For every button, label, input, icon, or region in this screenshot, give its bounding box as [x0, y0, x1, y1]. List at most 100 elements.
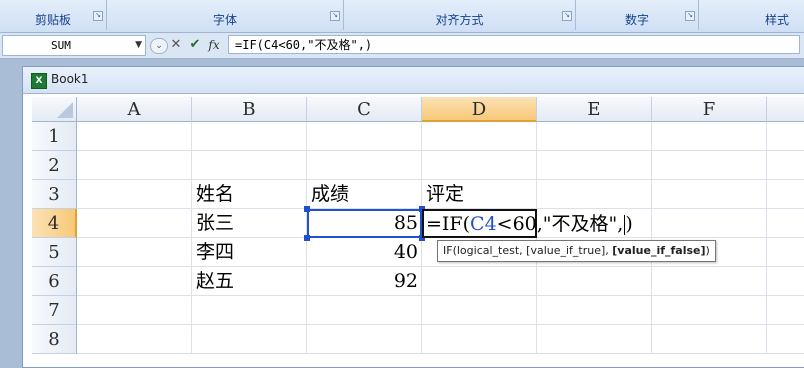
grid-cell[interactable]	[767, 151, 804, 180]
row-header-8[interactable]: 8	[32, 325, 77, 354]
enter-icon[interactable]: ✔	[187, 36, 203, 54]
cell-d3[interactable]: 评定	[422, 180, 537, 209]
grid-cell[interactable]	[652, 180, 767, 209]
row-header-2[interactable]: 2	[32, 151, 77, 180]
chevron-down-icon[interactable]: ▼	[135, 36, 142, 55]
dialog-launcher-icon[interactable]: ↘	[685, 11, 695, 21]
name-box-value: SUM	[51, 39, 71, 52]
ribbon: 剪贴板 ↘ 字体 ↘ 对齐方式 ↘ 数字 ↘ 样式	[0, 0, 804, 33]
dialog-launcher-icon[interactable]: ↘	[562, 11, 572, 21]
grid-cell[interactable]	[767, 267, 804, 296]
ribbon-group-label: 数字	[624, 13, 649, 27]
name-box[interactable]: SUM ▼	[2, 35, 146, 56]
cell-c5[interactable]: 40	[307, 238, 422, 267]
dialog-launcher-icon[interactable]: ↘	[93, 11, 103, 21]
grid-cell[interactable]	[192, 325, 307, 354]
grid-cell[interactable]	[652, 296, 767, 325]
grid-cell[interactable]	[652, 325, 767, 354]
grid-cell[interactable]	[77, 296, 192, 325]
grid-cell[interactable]	[767, 296, 804, 325]
cell-d4-editing[interactable]: =IF(C4<60,"不及格",)	[422, 209, 633, 238]
column-header-a[interactable]: A	[77, 97, 192, 122]
reference-handle[interactable]	[304, 235, 310, 241]
grid-cell[interactable]	[307, 296, 422, 325]
grid-cell[interactable]	[77, 151, 192, 180]
formula-input[interactable]: =IF(C4<60,"不及格",)	[228, 35, 800, 54]
grid-cell[interactable]	[652, 267, 767, 296]
grid-cell[interactable]	[767, 180, 804, 209]
grid-cell[interactable]	[767, 122, 804, 151]
grid-cell[interactable]	[307, 151, 422, 180]
cell-b6[interactable]: 赵五	[192, 267, 307, 296]
column-header-g[interactable]	[767, 97, 804, 122]
grid-cell[interactable]	[767, 238, 804, 267]
grid-cell[interactable]	[77, 209, 192, 238]
grid-cell[interactable]	[422, 151, 537, 180]
cell-c6[interactable]: 92	[307, 267, 422, 296]
grid-cell[interactable]	[422, 122, 537, 151]
grid-cell[interactable]	[537, 122, 652, 151]
grid-cell[interactable]	[652, 151, 767, 180]
grid-cell[interactable]	[537, 151, 652, 180]
grid-cell[interactable]	[192, 296, 307, 325]
grid-cell[interactable]	[307, 122, 422, 151]
column-header-d[interactable]: D	[422, 97, 537, 122]
grid-cell[interactable]	[77, 180, 192, 209]
dialog-launcher-icon[interactable]: ↘	[330, 11, 340, 21]
function-argument-tooltip[interactable]: IF(logical_test, [value_if_true], [value…	[437, 240, 716, 262]
grid-cell[interactable]	[537, 180, 652, 209]
cell-number: 85	[393, 212, 418, 234]
cell-b5[interactable]: 李四	[192, 238, 307, 267]
cell-text: 姓名	[196, 183, 235, 205]
cell-b4[interactable]: 张三	[192, 209, 307, 238]
cell-text: 李四	[196, 241, 235, 263]
cell-c3[interactable]: 成绩	[307, 180, 422, 209]
ribbon-group-number: 数字 ↘	[576, 0, 699, 30]
insert-function-icon[interactable]: fx	[206, 36, 222, 54]
grid-cell[interactable]	[537, 325, 652, 354]
grid-cell[interactable]	[422, 267, 537, 296]
row-header-7[interactable]: 7	[32, 296, 77, 325]
reference-handle[interactable]	[304, 206, 310, 212]
row-header-5[interactable]: 5	[32, 238, 77, 267]
row-header-4[interactable]: 4	[32, 209, 77, 238]
row-header-3[interactable]: 3	[32, 180, 77, 209]
grid-cell[interactable]	[77, 122, 192, 151]
tooltip-current-arg: [value_if_false]	[612, 244, 706, 257]
cancel-icon[interactable]: ✕	[168, 36, 184, 54]
row-header-1[interactable]: 1	[32, 122, 77, 151]
grid-cell[interactable]	[422, 296, 537, 325]
grid-cell[interactable]	[77, 325, 192, 354]
cell-text: 成绩	[311, 183, 350, 205]
column-header-f[interactable]: F	[652, 97, 767, 122]
formula-reference: C4	[470, 213, 497, 235]
expand-toggle-icon[interactable]: ⌄	[150, 38, 168, 54]
column-header-b[interactable]: B	[192, 97, 307, 122]
grid-cell[interactable]	[537, 267, 652, 296]
grid-cell[interactable]	[307, 325, 422, 354]
formula-close: )	[625, 213, 633, 235]
grid-cell[interactable]	[767, 325, 804, 354]
cell-number: 40	[393, 241, 418, 263]
grid-cell[interactable]	[422, 325, 537, 354]
cell-c4-referenced[interactable]: 85	[307, 209, 422, 238]
row-header-6[interactable]: 6	[32, 267, 77, 296]
column-header-c[interactable]: C	[307, 97, 422, 122]
excel-workbook-icon: X	[31, 73, 47, 89]
grid-cell[interactable]	[537, 296, 652, 325]
workbook-title: Book1	[51, 72, 89, 86]
in-cell-formula[interactable]: =IF(C4<60,"不及格",)	[426, 210, 633, 239]
grid-cell[interactable]	[652, 122, 767, 151]
grid-cell[interactable]	[192, 122, 307, 151]
grid-cell[interactable]	[652, 209, 767, 238]
column-header-e[interactable]: E	[537, 97, 652, 122]
select-all-button[interactable]	[32, 97, 77, 122]
grid-cell[interactable]	[77, 267, 192, 296]
cell-b3[interactable]: 姓名	[192, 180, 307, 209]
workbook-title-bar[interactable]: X Book1	[23, 67, 804, 94]
grid-cell[interactable]	[77, 238, 192, 267]
grid-cell[interactable]	[192, 151, 307, 180]
grid-cell[interactable]	[767, 209, 804, 238]
cell-text: 张三	[196, 212, 235, 234]
formula-bar: SUM ▼ ⌄ ✕ ✔ fx =IF(C4<60,"不及格",)	[0, 33, 804, 59]
